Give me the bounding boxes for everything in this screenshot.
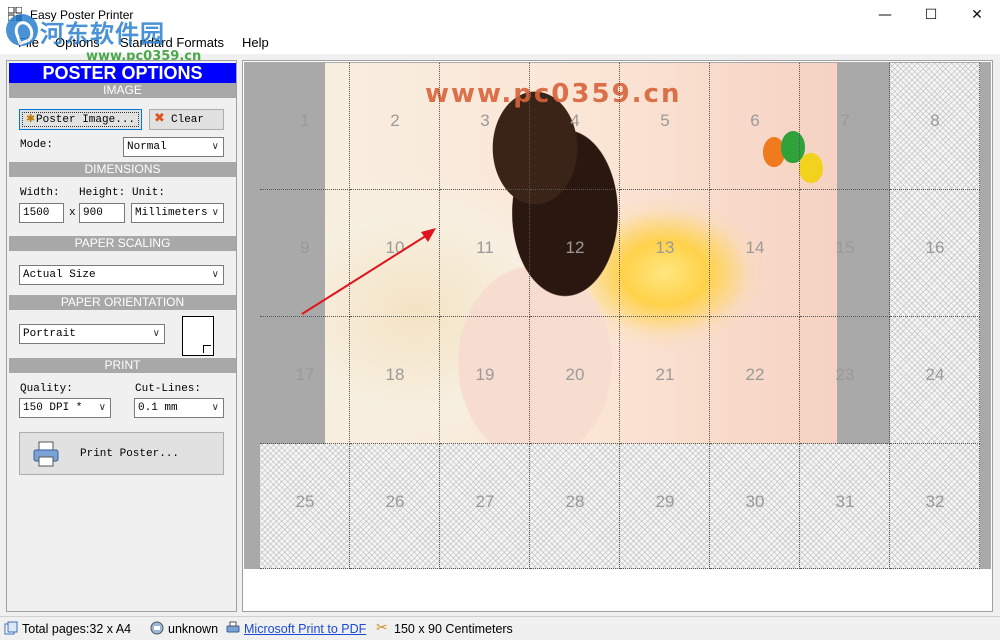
scaling-select[interactable]: Actual Size ∨ xyxy=(19,265,224,285)
orientation-select[interactable]: Portrait ∨ xyxy=(19,324,165,344)
mode-select[interactable]: Normal ∨ xyxy=(123,137,224,157)
red-arrow-annotation xyxy=(301,228,436,315)
scissors-icon: ✂ xyxy=(376,620,388,636)
clear-label: Clear xyxy=(171,114,205,126)
cutlines-select[interactable]: 0.1 mm ∨ xyxy=(134,398,224,418)
close-button[interactable]: ✕ xyxy=(954,0,1000,30)
chevron-down-icon: ∨ xyxy=(152,328,160,339)
times-sign: x xyxy=(69,207,76,219)
printer-link[interactable]: Microsoft Print to PDF xyxy=(244,622,366,636)
poster-options-panel: POSTER OPTIONS IMAGE ✱ Poster Image... ✖… xyxy=(6,60,237,612)
orientation-value: Portrait xyxy=(23,328,76,340)
maximize-button[interactable]: ☐ xyxy=(908,0,954,30)
section-image: IMAGE xyxy=(9,83,236,98)
chevron-down-icon: ∨ xyxy=(211,207,219,218)
canvas-frame: www.pc0359.cn 1 2 3 4 5 6 7 8 9 10 11 12 13 14 15 16 17 1… xyxy=(244,62,991,569)
menu-help[interactable]: Help xyxy=(242,35,269,50)
poster-size-text: 150 x 90 Centimeters xyxy=(394,622,513,636)
section-paper-orientation: PAPER ORIENTATION xyxy=(9,295,236,310)
pages-icon xyxy=(4,621,18,635)
menu-options[interactable]: Options xyxy=(55,35,100,50)
cutlines-value: 0.1 mm xyxy=(138,402,178,414)
chevron-down-icon: ∨ xyxy=(211,141,219,152)
unit-label: Unit: xyxy=(132,187,166,199)
height-input[interactable]: 900 xyxy=(79,203,125,223)
print-poster-label: Print Poster... xyxy=(80,448,180,460)
poster-image-button[interactable]: ✱ Poster Image... xyxy=(19,109,142,130)
clear-icon: ✖ xyxy=(154,111,165,126)
title-bar: Easy Poster Printer — ☐ ✕ xyxy=(0,0,1000,30)
mode-label: Mode: xyxy=(20,139,54,151)
menu-bar: File Options Standard Formats Help xyxy=(0,30,1000,54)
cutlines-label: Cut-Lines: xyxy=(135,383,202,395)
clear-button[interactable]: ✖ Clear xyxy=(149,109,224,130)
unknown-printer-icon xyxy=(150,621,164,635)
quality-select[interactable]: 150 DPI * ∨ xyxy=(19,398,111,418)
width-label: Width: xyxy=(20,187,60,199)
section-paper-scaling: PAPER SCALING xyxy=(9,236,236,251)
window-title: Easy Poster Printer xyxy=(30,8,134,22)
chevron-down-icon: ∨ xyxy=(211,402,219,413)
printer-icon xyxy=(226,621,240,633)
panel-title: POSTER OPTIONS xyxy=(9,63,236,83)
mode-value: Normal xyxy=(127,141,167,153)
quality-value: 150 DPI * xyxy=(23,402,83,414)
minimize-button[interactable]: — xyxy=(862,0,908,30)
quality-label: Quality: xyxy=(20,383,73,395)
printer-icon xyxy=(33,441,59,467)
unknown-text: unknown xyxy=(168,622,219,636)
print-poster-button[interactable]: Print Poster... xyxy=(19,432,224,475)
scaling-value: Actual Size xyxy=(23,269,96,281)
unit-select[interactable]: Millimeters ∨ xyxy=(131,203,224,223)
status-bar: Total pages:32 x A4 unknown Microsoft Pr… xyxy=(0,616,1000,640)
image-icon: ✱ xyxy=(26,113,36,125)
poster-canvas[interactable]: www.pc0359.cn 1 2 3 4 5 6 7 8 9 10 11 12 13 14 15 16 17 1… xyxy=(242,60,993,612)
portrait-page-icon xyxy=(182,316,214,356)
poster-image-label: Poster Image... xyxy=(36,114,136,126)
section-print: PRINT xyxy=(9,358,236,373)
chevron-down-icon: ∨ xyxy=(98,402,106,413)
menu-standard-formats[interactable]: Standard Formats xyxy=(120,35,224,50)
section-dimensions: DIMENSIONS xyxy=(9,162,236,177)
watermark-logo-icon xyxy=(6,14,38,46)
unit-value: Millimeters xyxy=(135,207,208,219)
chevron-down-icon: ∨ xyxy=(211,269,219,280)
total-pages-text: Total pages:32 x A4 xyxy=(22,622,132,636)
height-label: Height: xyxy=(79,187,126,199)
width-input[interactable]: 1500 xyxy=(19,203,64,223)
